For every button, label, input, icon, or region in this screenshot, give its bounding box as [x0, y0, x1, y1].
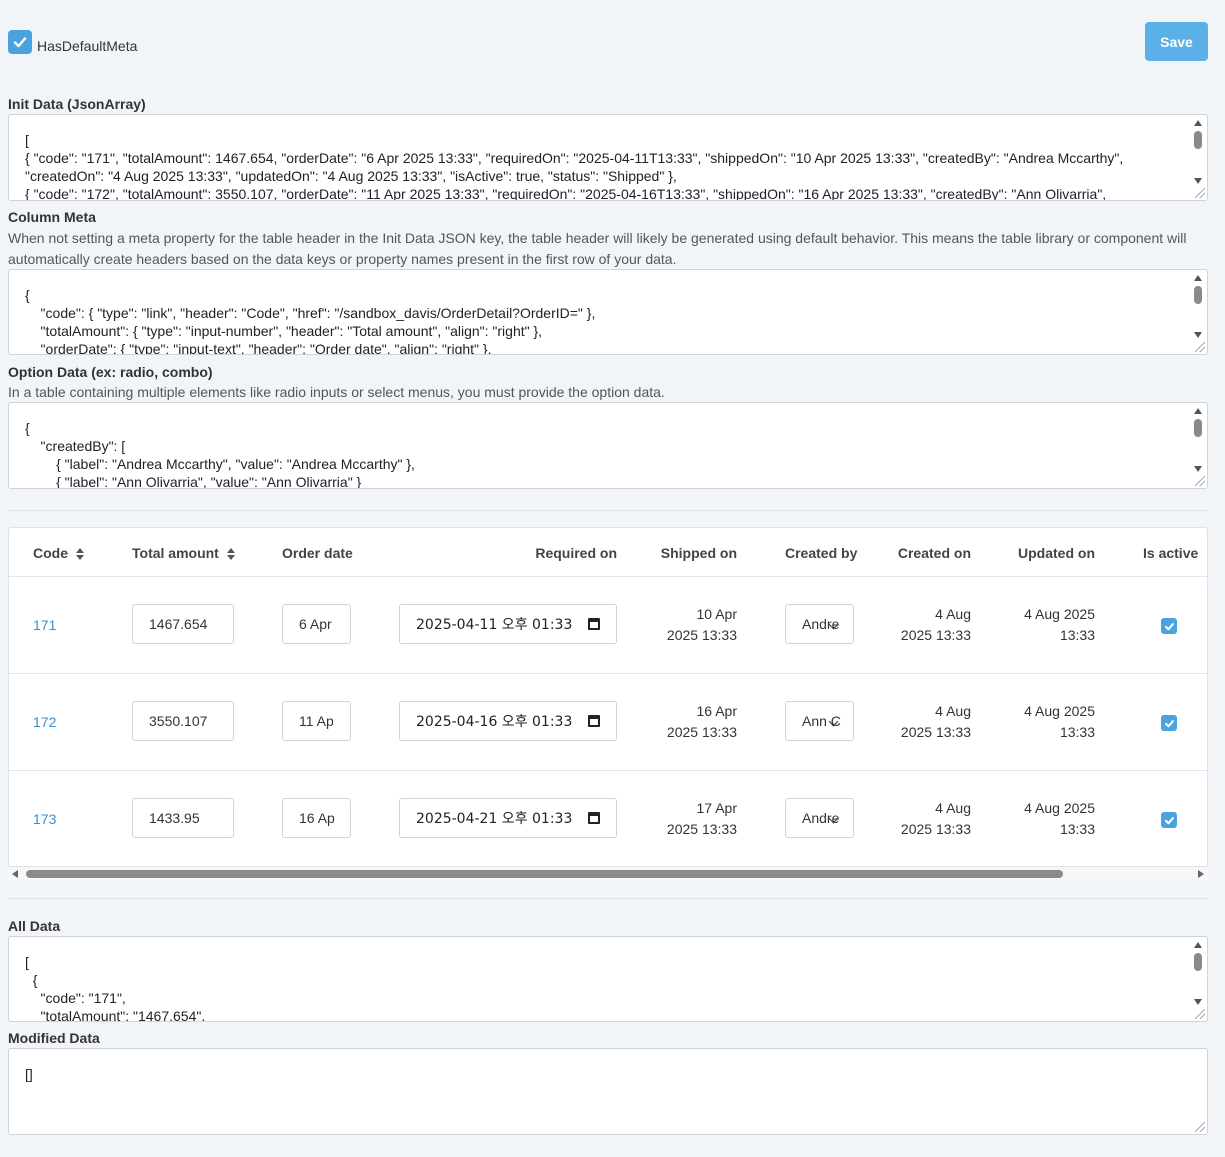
total-amount-input[interactable]: 1467.654	[132, 604, 234, 644]
modified-data-text: []	[25, 1066, 33, 1082]
divider	[8, 510, 1208, 511]
modified-data-title: Modified Data	[8, 1030, 100, 1046]
all-data-textarea[interactable]: [ { "code": "171", "totalAmount": "1467.…	[8, 936, 1208, 1022]
updated-on-cell: 4 Aug 2025 13:33	[1024, 703, 1095, 740]
created-on-cell: 4 Aug 2025 13:33	[900, 800, 971, 837]
code-link[interactable]: 172	[33, 714, 56, 730]
option-data-text: { "createdBy": [ { "label": "Andrea Mcca…	[25, 420, 415, 489]
scroll-up-icon	[1194, 942, 1202, 948]
is-active-checkbox[interactable]	[1161, 618, 1177, 634]
column-header-shipped-on: Shipped on	[660, 545, 737, 561]
scroll-up-icon	[1194, 408, 1202, 414]
shipped-on-cell: 10 Apr 2025 13:33	[666, 606, 737, 643]
scrollbar-thumb[interactable]	[26, 870, 1063, 878]
created-on-cell: 4 Aug 2025 13:33	[900, 606, 971, 643]
resize-grip-icon[interactable]	[1195, 342, 1205, 352]
code-link[interactable]: 171	[33, 617, 56, 633]
scroll-down-icon	[1194, 178, 1202, 184]
all-data-scrollbar[interactable]	[1191, 939, 1205, 1007]
shipped-on-cell: 17 Apr 2025 13:33	[666, 800, 737, 837]
required-on-input[interactable]: 2025-04-21 오후 01:33	[399, 798, 617, 838]
order-date-input[interactable]: 11 Ap	[282, 701, 351, 741]
updated-on-cell: 4 Aug 2025 13:33	[1024, 606, 1095, 643]
calendar-icon[interactable]	[588, 618, 600, 630]
resize-grip-icon[interactable]	[1195, 188, 1205, 198]
required-on-input[interactable]: 2025-04-11 오후 01:33	[399, 604, 617, 644]
divider	[8, 898, 1208, 899]
option-data-title: Option Data (ex: radio, combo)	[8, 364, 213, 380]
column-header-required-on: Required on	[535, 545, 617, 561]
is-active-checkbox[interactable]	[1161, 812, 1177, 828]
total-amount-input[interactable]: 1433.95	[132, 798, 234, 838]
scroll-up-icon	[1194, 120, 1202, 126]
column-header-updated-on: Updated on	[1018, 545, 1095, 561]
created-by-select[interactable]: Andre	[785, 798, 854, 838]
orders-table: Code Total amount Order date Required on…	[8, 527, 1208, 867]
column-meta-scrollbar[interactable]	[1191, 272, 1205, 340]
order-date-input[interactable]: 6 Apr	[282, 604, 351, 644]
calendar-icon[interactable]	[588, 812, 600, 824]
all-data-title: All Data	[8, 918, 61, 934]
column-header-created-on: Created on	[897, 545, 971, 561]
check-icon	[13, 37, 27, 48]
shipped-on-cell: 16 Apr 2025 13:33	[666, 703, 737, 740]
scroll-down-icon	[1194, 466, 1202, 472]
required-on-input[interactable]: 2025-04-16 오후 01:33	[399, 701, 617, 741]
created-by-select[interactable]: Ann C	[785, 701, 854, 741]
created-on-cell: 4 Aug 2025 13:33	[900, 703, 971, 740]
table-horizontal-scrollbar[interactable]	[8, 867, 1208, 881]
column-meta-description: When not setting a meta property for the…	[8, 230, 1187, 267]
total-amount-input[interactable]: 3550.107	[132, 701, 234, 741]
option-data-description: In a table containing multiple elements …	[8, 384, 665, 400]
check-icon	[1164, 816, 1174, 824]
option-data-scrollbar[interactable]	[1191, 405, 1205, 474]
column-meta-textarea[interactable]: { "code": { "type": "link", "header": "C…	[8, 269, 1208, 355]
check-icon	[1164, 622, 1174, 630]
updated-on-cell: 4 Aug 2025 13:33	[1024, 800, 1095, 837]
init-data-textarea[interactable]: [ { "code": "171", "totalAmount": 1467.6…	[8, 114, 1208, 201]
scroll-left-icon[interactable]	[12, 870, 18, 878]
check-icon	[1164, 719, 1174, 727]
has-default-meta-label: HasDefaultMeta	[37, 38, 138, 54]
scroll-down-icon	[1194, 999, 1202, 1005]
column-header-code[interactable]: Code	[33, 545, 84, 561]
column-header-is-active: Is active	[1143, 545, 1199, 561]
has-default-meta-checkbox[interactable]	[8, 30, 32, 54]
created-by-select[interactable]: Andre	[785, 604, 854, 644]
init-data-text: [ { "code": "171", "totalAmount": 1467.6…	[25, 132, 1124, 201]
scroll-up-icon	[1194, 275, 1202, 281]
option-data-textarea[interactable]: { "createdBy": [ { "label": "Andrea Mcca…	[8, 402, 1208, 489]
column-header-total-amount[interactable]: Total amount	[132, 545, 235, 561]
column-meta-title: Column Meta	[8, 209, 96, 225]
modified-data-textarea[interactable]: []	[8, 1048, 1208, 1135]
all-data-text: [ { "code": "171", "totalAmount": "1467.…	[25, 954, 206, 1022]
init-data-title: Init Data (JsonArray)	[8, 96, 146, 112]
sort-icon[interactable]	[76, 548, 84, 561]
scroll-right-icon[interactable]	[1198, 870, 1204, 878]
column-header-order-date: Order date	[282, 545, 353, 561]
scroll-down-icon	[1194, 332, 1202, 338]
calendar-icon[interactable]	[588, 715, 600, 727]
resize-grip-icon[interactable]	[1195, 1009, 1205, 1019]
resize-grip-icon[interactable]	[1195, 476, 1205, 486]
column-meta-text: { "code": { "type": "link", "header": "C…	[25, 287, 596, 355]
column-header-created-by: Created by	[785, 545, 858, 561]
order-date-input[interactable]: 16 Ap	[282, 798, 351, 838]
save-button[interactable]: Save	[1145, 22, 1208, 61]
is-active-checkbox[interactable]	[1161, 715, 1177, 731]
code-link[interactable]: 173	[33, 811, 56, 827]
resize-grip-icon[interactable]	[1195, 1122, 1205, 1132]
sort-icon[interactable]	[226, 548, 235, 561]
init-data-scrollbar[interactable]	[1191, 117, 1205, 186]
